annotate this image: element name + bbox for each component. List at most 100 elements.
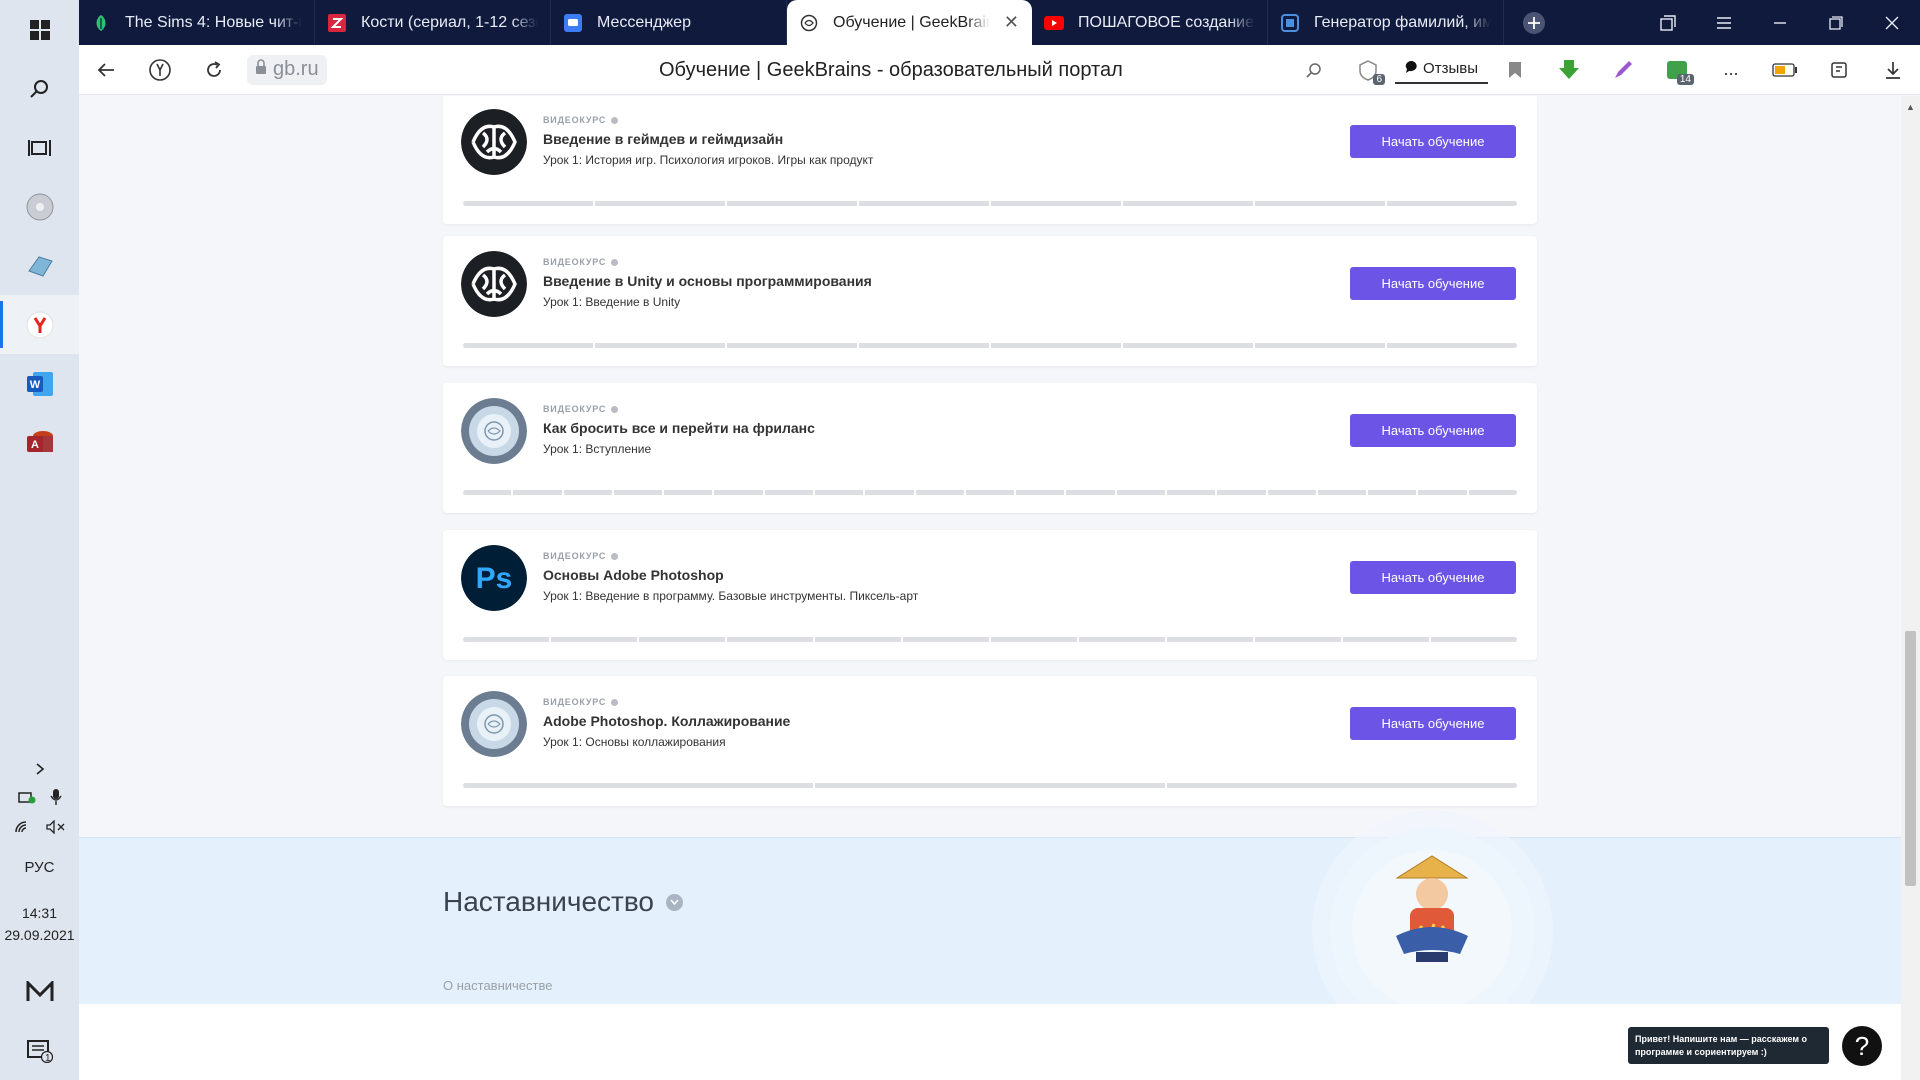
m-app-icon[interactable] bbox=[0, 962, 79, 1021]
notification-center-icon[interactable]: 1 bbox=[0, 1021, 79, 1080]
reviews-label: Отзывы bbox=[1423, 60, 1478, 77]
progress-segment bbox=[1123, 201, 1253, 206]
progress-segment bbox=[1016, 490, 1065, 495]
course-title[interactable]: Введение в Unity и основы программирован… bbox=[543, 273, 872, 289]
pen-extension-icon[interactable] bbox=[1596, 45, 1650, 95]
protect-extension-icon[interactable]: 6 bbox=[1341, 45, 1395, 95]
windows-taskbar: W A РУС 14:31 29.09.2021 1 bbox=[0, 0, 79, 1080]
tab-name-generator[interactable]: Генератор фамилий, имён bbox=[1268, 0, 1504, 45]
course-type-label: видеокурс bbox=[543, 257, 872, 267]
progress-segment bbox=[1255, 201, 1385, 206]
tab-messenger[interactable]: Мессенджер bbox=[551, 0, 787, 45]
tabs-overview-icon[interactable] bbox=[1640, 0, 1696, 45]
course-title[interactable]: Введение в геймдев и геймдизайн bbox=[543, 131, 873, 147]
course-type-label: видеокурс bbox=[543, 115, 873, 125]
tab-geekbrains[interactable]: Обучение | GeekBrains ✕ bbox=[787, 0, 1032, 45]
url-field[interactable]: gb.ru bbox=[247, 54, 327, 85]
menu-icon[interactable] bbox=[1696, 0, 1752, 45]
extension-14-icon[interactable]: 14 bbox=[1650, 45, 1704, 95]
mentor-illustration bbox=[1330, 828, 1535, 1004]
volume-muted-icon[interactable] bbox=[45, 818, 66, 839]
eraser-app-icon[interactable] bbox=[0, 236, 79, 295]
wifi-icon[interactable] bbox=[14, 820, 32, 839]
course-progress-bar bbox=[463, 343, 1517, 348]
restore-icon[interactable] bbox=[1808, 0, 1864, 45]
chevron-down-icon[interactable] bbox=[665, 893, 683, 911]
reload-icon[interactable] bbox=[187, 45, 241, 95]
download-extension-icon[interactable] bbox=[1542, 45, 1596, 95]
progress-segment bbox=[965, 490, 1015, 495]
speech-bubble-icon bbox=[1405, 60, 1419, 78]
chat-greeting-bubble[interactable]: Привет! Напишите нам — расскажем о прогр… bbox=[1628, 1027, 1829, 1064]
progress-segment bbox=[1418, 490, 1467, 495]
word-app-icon[interactable]: W bbox=[0, 354, 79, 413]
collections-icon[interactable] bbox=[1812, 45, 1866, 95]
back-button[interactable] bbox=[79, 45, 133, 95]
course-title[interactable]: Как бросить все и перейти на фриланс bbox=[543, 420, 815, 436]
close-window-icon[interactable] bbox=[1864, 0, 1920, 45]
start-learning-button[interactable]: Начать обучение bbox=[1350, 414, 1516, 447]
tab-title: Генератор фамилий, имён bbox=[1314, 13, 1491, 31]
course-progress-bar bbox=[463, 490, 1517, 495]
scrollbar-thumb[interactable] bbox=[1905, 631, 1916, 886]
more-extensions-icon[interactable]: ... bbox=[1704, 45, 1758, 95]
yandex-home-icon[interactable] bbox=[133, 45, 187, 95]
course-type-label: видеокурс bbox=[543, 404, 815, 414]
progress-segment bbox=[664, 490, 713, 495]
search-icon[interactable] bbox=[0, 59, 79, 118]
info-icon[interactable] bbox=[611, 698, 619, 706]
windows-start-button[interactable] bbox=[0, 0, 79, 59]
tab-youtube[interactable]: ПОШАГОВОЕ создание с bbox=[1032, 0, 1268, 45]
info-icon[interactable] bbox=[611, 405, 619, 413]
course-title[interactable]: Основы Adobe Photoshop bbox=[543, 567, 918, 583]
input-language[interactable]: РУС bbox=[24, 844, 54, 890]
downloads-icon[interactable] bbox=[1866, 45, 1920, 95]
yandex-browser-icon[interactable] bbox=[0, 295, 79, 354]
tab-title: Мессенджер bbox=[597, 13, 691, 31]
new-tab-button[interactable] bbox=[1504, 0, 1564, 45]
progress-segment bbox=[595, 201, 725, 206]
task-view-icon[interactable] bbox=[0, 118, 79, 177]
start-learning-button[interactable]: Начать обучение bbox=[1350, 561, 1516, 594]
tab-sims4-cheats[interactable]: The Sims 4: Новые чит-коды bbox=[79, 0, 315, 45]
mentorship-heading[interactable]: Наставничество bbox=[443, 886, 683, 918]
reviews-button[interactable]: Отзывы bbox=[1395, 56, 1488, 84]
url-text: gb.ru bbox=[273, 58, 319, 80]
progress-segment bbox=[463, 637, 549, 642]
course-lesson: Урок 1: Основы коллажирования bbox=[543, 735, 726, 749]
system-clock[interactable]: 14:31 29.09.2021 bbox=[4, 890, 74, 962]
mentorship-link[interactable]: О наставничестве bbox=[443, 978, 552, 993]
svg-text:A: A bbox=[31, 439, 39, 451]
page-scrollbar[interactable]: ▲ bbox=[1901, 96, 1920, 1080]
notification-count: 1 bbox=[45, 1053, 51, 1064]
progress-segment bbox=[727, 343, 857, 348]
info-icon[interactable] bbox=[611, 116, 619, 124]
info-icon[interactable] bbox=[611, 552, 619, 560]
microphone-icon[interactable] bbox=[49, 788, 62, 811]
course-lesson: Урок 1: История игр. Психология игроков.… bbox=[543, 153, 874, 167]
start-learning-button[interactable]: Начать обучение bbox=[1350, 267, 1516, 300]
leaf-icon bbox=[91, 13, 111, 33]
disc-app-icon[interactable] bbox=[0, 177, 79, 236]
info-icon[interactable] bbox=[611, 258, 619, 266]
tab-title: The Sims 4: Новые чит-коды bbox=[125, 13, 302, 31]
progress-segment bbox=[551, 637, 637, 642]
minimize-icon[interactable] bbox=[1752, 0, 1808, 45]
geekbrains-logo-icon bbox=[461, 691, 527, 757]
start-learning-button[interactable]: Начать обучение bbox=[1350, 707, 1516, 740]
show-hidden-icons-chevron[interactable] bbox=[0, 754, 79, 784]
course-type-label: видеокурс bbox=[543, 697, 790, 707]
help-chat-button[interactable]: ? bbox=[1842, 1026, 1882, 1066]
generator-icon bbox=[1280, 13, 1300, 33]
progress-segment bbox=[991, 343, 1121, 348]
start-learning-button[interactable]: Начать обучение bbox=[1350, 125, 1516, 158]
zoom-search-icon[interactable] bbox=[1287, 45, 1341, 95]
tab-bones-series[interactable]: Кости (сериал, 1-12 сезон) bbox=[315, 0, 551, 45]
close-tab-icon[interactable]: ✕ bbox=[1004, 12, 1019, 33]
bookmark-icon[interactable] bbox=[1488, 45, 1542, 95]
network-status-icon[interactable] bbox=[17, 790, 36, 809]
battery-icon[interactable] bbox=[1758, 45, 1812, 95]
course-title[interactable]: Adobe Photoshop. Коллажирование bbox=[543, 713, 790, 729]
access-app-icon[interactable]: A bbox=[0, 413, 79, 472]
scroll-up-arrow-icon[interactable]: ▲ bbox=[1906, 102, 1915, 112]
